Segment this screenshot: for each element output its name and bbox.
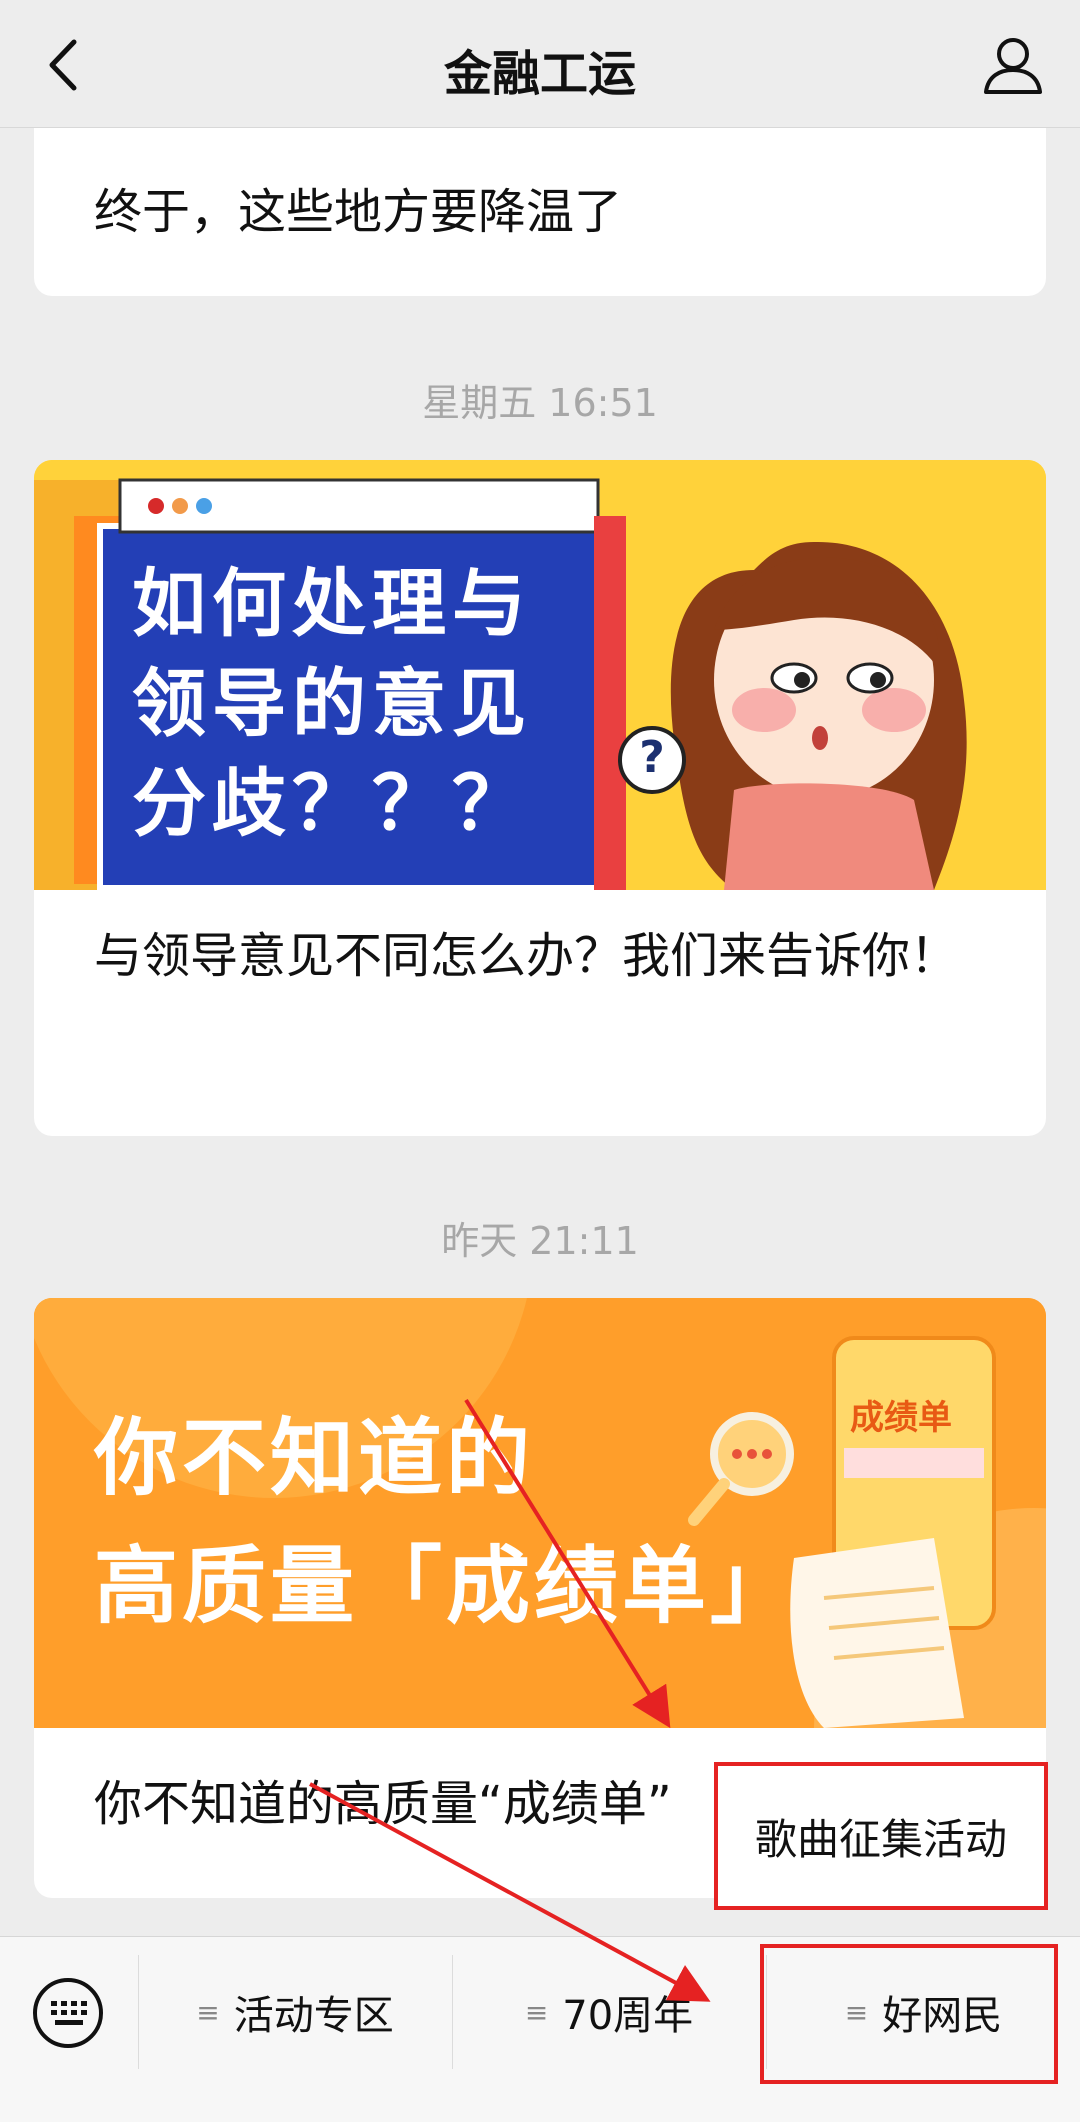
article-title: 与领导意见不同怎么办？我们来告诉你！ <box>94 928 959 984</box>
article-cover-image: 如何处理与 领导的意见 分歧？？？ ? <box>34 460 1046 890</box>
cover-headline: 如何处理与 领导的意见 分歧？？？ <box>132 554 592 854</box>
message-timestamp: 昨天 21:11 <box>441 1219 639 1263</box>
cover-headline: 你不知道的 高质量「成绩单」 <box>94 1394 798 1650</box>
keyboard-toggle-button[interactable] <box>30 1975 106 2051</box>
cover-headline-line: 领导的意见 <box>132 661 532 747</box>
message-timestamp: 星期五 16:51 <box>422 381 658 425</box>
menu-item-70th-anniversary[interactable]: ≡ 70周年 <box>453 1937 765 2087</box>
menu-lines-icon: ≡ <box>196 1995 220 2029</box>
cover-headline-line: 如何处理与 <box>132 561 532 647</box>
highlight-box <box>760 1944 1058 2084</box>
cover-tag: 成绩单 <box>850 1398 952 1438</box>
keyboard-icon <box>33 1978 103 2048</box>
menu-item-activities[interactable]: ≡ 活动专区 <box>139 1937 451 2087</box>
person-icon <box>984 38 1042 94</box>
page-title: 金融工运 <box>443 46 636 102</box>
menu-item-label: 70周年 <box>562 1993 694 2039</box>
article-cover-image: 你不知道的 高质量「成绩单」 成绩单 <box>34 1298 1046 1728</box>
submenu-item-song-contest[interactable]: 歌曲征集活动 <box>714 1762 1048 1910</box>
article-card-2[interactable]: 如何处理与 领导的意见 分歧？？？ ? 与领导意见不同怎么办？我们来告诉你！ <box>34 460 1046 1136</box>
article-title: 你不知道的高质量“成绩单” <box>94 1776 672 1832</box>
article-title: 终于，这些地方要降温了 <box>94 184 623 240</box>
submenu-label: 歌曲征集活动 <box>754 1814 1007 1864</box>
cover-headline-line: 高质量「成绩单」 <box>94 1537 799 1635</box>
article-card-1[interactable]: 终于，这些地方要降温了 <box>34 128 1046 296</box>
profile-button[interactable] <box>978 30 1048 100</box>
menu-item-label: 活动专区 <box>233 1993 394 2039</box>
cover-headline-line: 分歧？？？ <box>132 761 532 847</box>
top-nav-bar: 金融工运 <box>0 0 1080 128</box>
cover-headline-line: 你不知道的 <box>94 1409 535 1507</box>
question-badge: ? <box>639 732 665 783</box>
menu-lines-icon: ≡ <box>524 1995 549 2029</box>
